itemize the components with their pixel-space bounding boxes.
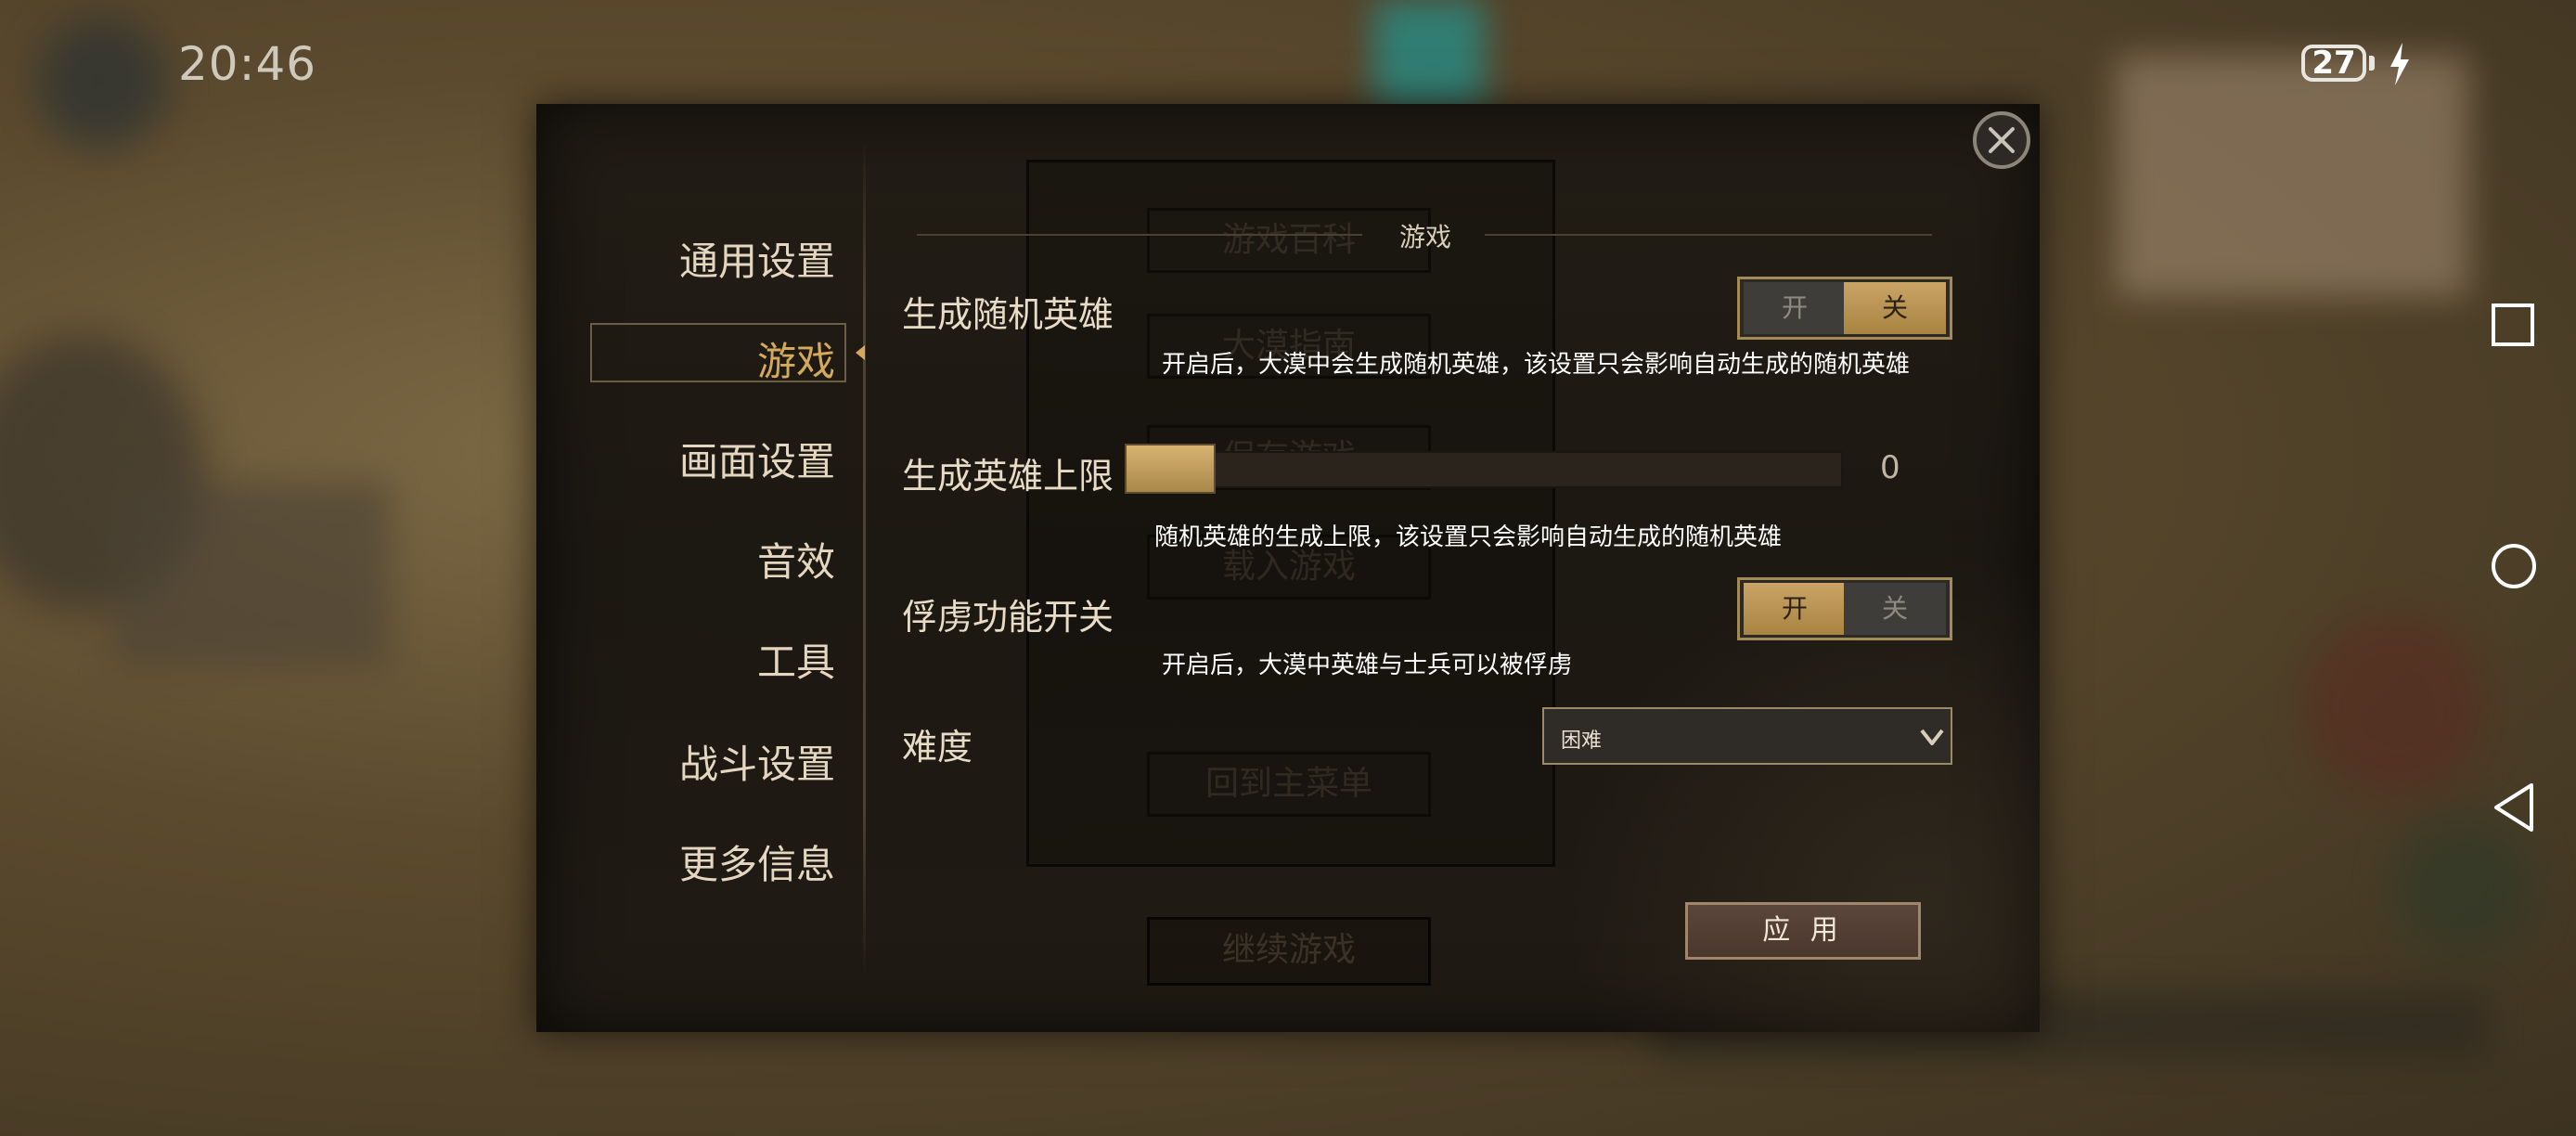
- difficulty-selected-value: 困难: [1561, 729, 1603, 753]
- sidebar-item-combat[interactable]: 战斗设置: [679, 733, 835, 790]
- sidebar-item-more-info[interactable]: 更多信息: [679, 833, 835, 890]
- battery-indicator: 27: [2301, 45, 2366, 82]
- section-title: 游戏: [1398, 222, 1451, 252]
- sidebar-item-tools[interactable]: 工具: [757, 631, 835, 688]
- chevron-down-icon: [1920, 729, 1944, 745]
- difficulty-dropdown[interactable]: 困难: [1542, 707, 1952, 765]
- capture-on-option[interactable]: 开: [1744, 583, 1846, 635]
- battery-tip: [2369, 56, 2375, 71]
- random-hero-label: 生成随机英雄: [902, 294, 1114, 335]
- clock: 20:46: [178, 37, 317, 91]
- close-icon: [1989, 127, 2015, 153]
- hero-limit-description: 随机英雄的生成上限，该设置只会影响自动生成的随机英雄: [1154, 523, 1783, 551]
- capture-label: 俘虏功能开关: [902, 597, 1114, 638]
- close-button[interactable]: [1973, 111, 2030, 169]
- hero-limit-value: 0: [1880, 449, 1900, 486]
- capture-description: 开启后，大漠中英雄与士兵可以被俘虏: [1162, 652, 1573, 679]
- capture-off-option[interactable]: 关: [1844, 583, 1946, 635]
- nav-recents-icon[interactable]: [2491, 303, 2535, 347]
- apply-button[interactable]: 应 用: [1685, 902, 1921, 960]
- hero-limit-slider-track[interactable]: [1128, 451, 1843, 488]
- hero-limit-slider-handle[interactable]: [1125, 444, 1216, 494]
- sidebar-item-audio[interactable]: 音效: [757, 531, 835, 587]
- background-menu-item: 回到主菜单: [1147, 752, 1431, 817]
- charging-icon: [2390, 43, 2409, 85]
- random-hero-toggle: 开 关: [1737, 277, 1952, 340]
- hero-limit-label: 生成英雄上限: [902, 456, 1114, 497]
- sidebar-item-general[interactable]: 通用设置: [679, 230, 835, 287]
- sidebar-item-graphics[interactable]: 画面设置: [679, 431, 835, 487]
- random-hero-on-option[interactable]: 开: [1744, 282, 1846, 334]
- sidebar-item-game[interactable]: 游戏: [757, 330, 835, 387]
- nav-home-icon[interactable]: [2490, 542, 2538, 590]
- capture-toggle: 开 关: [1737, 577, 1952, 640]
- difficulty-label: 难度: [902, 727, 973, 768]
- sidebar-selected-indicator: [856, 345, 865, 360]
- nav-back-icon[interactable]: [2492, 781, 2535, 833]
- random-hero-description: 开启后，大漠中会生成随机英雄，该设置只会影响自动生成的随机英雄: [1162, 351, 1911, 379]
- section-divider: [917, 234, 1362, 236]
- background-continue-button: 继续游戏: [1147, 917, 1431, 986]
- random-hero-off-option[interactable]: 关: [1844, 282, 1946, 334]
- section-divider: [1485, 234, 1932, 236]
- sidebar-divider: [863, 139, 866, 975]
